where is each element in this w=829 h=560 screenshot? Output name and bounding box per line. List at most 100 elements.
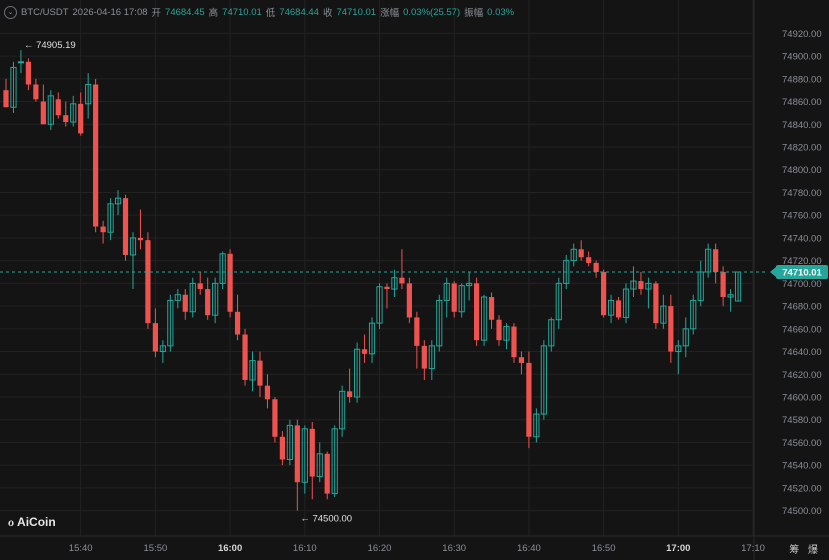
candle-down (152, 323, 158, 352)
candlestick-chart[interactable]: 74710.01← 74905.19← 74500.00 74920.00749… (0, 0, 829, 560)
candle-down (406, 283, 412, 318)
candle-down (399, 277, 405, 284)
low-value: 74684.44 (279, 6, 319, 18)
change-value: 0.03%(25.57) (403, 6, 461, 18)
y-tick-label: 74500.00 (782, 506, 822, 517)
y-tick-label: 74780.00 (782, 188, 822, 199)
candle-down (257, 360, 263, 386)
y-tick-label: 74700.00 (782, 279, 822, 290)
x-tick-label: 16:50 (592, 543, 616, 554)
candle-down (638, 281, 644, 290)
candle-down (25, 61, 32, 85)
candle-down (40, 101, 46, 125)
candle-down (272, 399, 278, 437)
candle-down (93, 84, 99, 227)
candle-down (137, 237, 144, 241)
candle-up (17, 61, 25, 64)
candle-down (421, 345, 427, 369)
candle-down (347, 391, 353, 397)
candle-down (33, 84, 39, 100)
current-price-arrow (770, 266, 776, 277)
candle-down (361, 349, 368, 354)
candle-down (496, 319, 502, 341)
candle-down (578, 249, 584, 258)
candle-down (601, 272, 607, 316)
y-tick-label: 74760.00 (782, 211, 822, 222)
y-tick-label: 74580.00 (782, 415, 822, 426)
symbol-label[interactable]: BTC/USDT (21, 7, 69, 18)
amplitude-label: 振幅 (464, 8, 484, 19)
datetime-label: 2026-04-16 17:08 (72, 6, 148, 18)
aicoin-logo-icon: ℴ (8, 514, 15, 529)
candle-down (78, 103, 84, 134)
candle-down (474, 283, 480, 341)
candle-down (488, 297, 495, 320)
candle-down (586, 257, 592, 263)
x-tick-label: 16:30 (442, 543, 466, 554)
candle-down (615, 300, 622, 318)
candle-down (384, 286, 390, 290)
candle-down (55, 99, 61, 116)
current-price-label: 74710.01 (782, 267, 822, 278)
chevron-down-icon[interactable]: ⌄ (4, 5, 17, 19)
candle-down (414, 317, 420, 346)
candle-down (713, 249, 719, 272)
logo-text: AiCoin (17, 515, 56, 529)
candle-down (511, 326, 517, 358)
x-tick-label: 16:10 (293, 543, 317, 554)
change-label: 涨幅 (380, 8, 400, 19)
y-tick-label: 74520.00 (782, 483, 822, 494)
y-tick-label: 74680.00 (782, 302, 822, 313)
candle-down (526, 362, 532, 437)
candle-down (653, 283, 659, 324)
candle-down (3, 90, 9, 108)
candle-down (518, 357, 525, 363)
y-tick-label: 74920.00 (782, 29, 822, 40)
candle-down (668, 306, 674, 352)
amplitude-value: 0.03% (487, 6, 515, 18)
candle-down (720, 272, 726, 297)
y-tick-label: 74540.00 (782, 461, 822, 472)
axes: 74920.00 74900.00 74880.00 74860.00 74840.00… (0, 0, 829, 560)
candle-down (593, 262, 599, 272)
candle-down (324, 453, 330, 494)
candle-down (242, 334, 248, 380)
y-tick-label: 74900.00 (782, 52, 822, 63)
y-tick-label: 74820.00 (782, 143, 822, 154)
close-label: 收 (322, 8, 333, 19)
y-tick-label: 74880.00 (782, 74, 822, 85)
x-tick-label: 17:00 (666, 543, 690, 554)
candle-down (309, 428, 315, 477)
x-tick-label: 16:20 (368, 543, 392, 554)
y-tick-label: 74800.00 (782, 165, 822, 176)
candle-down (197, 283, 203, 290)
x-tick-label: 17:10 (741, 543, 765, 554)
low-price-marker: ← 74500.00 (300, 514, 352, 525)
y-tick-label: 74640.00 (782, 347, 822, 358)
y-tick-label: 74860.00 (782, 97, 822, 108)
high-price-marker: ← 74905.19 (24, 40, 76, 51)
candle-down (182, 294, 188, 312)
candle-down (205, 289, 211, 316)
low-label: 低 (265, 8, 276, 19)
y-tick-label: 74720.00 (782, 256, 822, 267)
y-tick-label: 74740.00 (782, 233, 822, 244)
open-label: 开 (151, 8, 162, 19)
candle-down (122, 198, 129, 255)
candle-down (451, 283, 457, 312)
open-value: 74684.45 (165, 6, 205, 18)
candle-down (145, 240, 151, 324)
candle-down (227, 253, 233, 312)
y-tick-label: 74660.00 (782, 324, 822, 335)
close-value: 74710.01 (336, 6, 377, 18)
grid-lines (0, 0, 754, 536)
y-tick-label: 74600.00 (782, 393, 822, 404)
high-label: 高 (208, 8, 219, 19)
candle-down (100, 226, 106, 233)
candle-down (234, 311, 241, 335)
x-tick-label: 15:40 (69, 543, 93, 554)
high-value: 74710.01 (222, 6, 262, 18)
corner-tools[interactable]: 筹 爆 (789, 541, 821, 556)
y-tick-label: 74840.00 (782, 120, 822, 131)
x-tick-label: 16:00 (218, 543, 242, 554)
